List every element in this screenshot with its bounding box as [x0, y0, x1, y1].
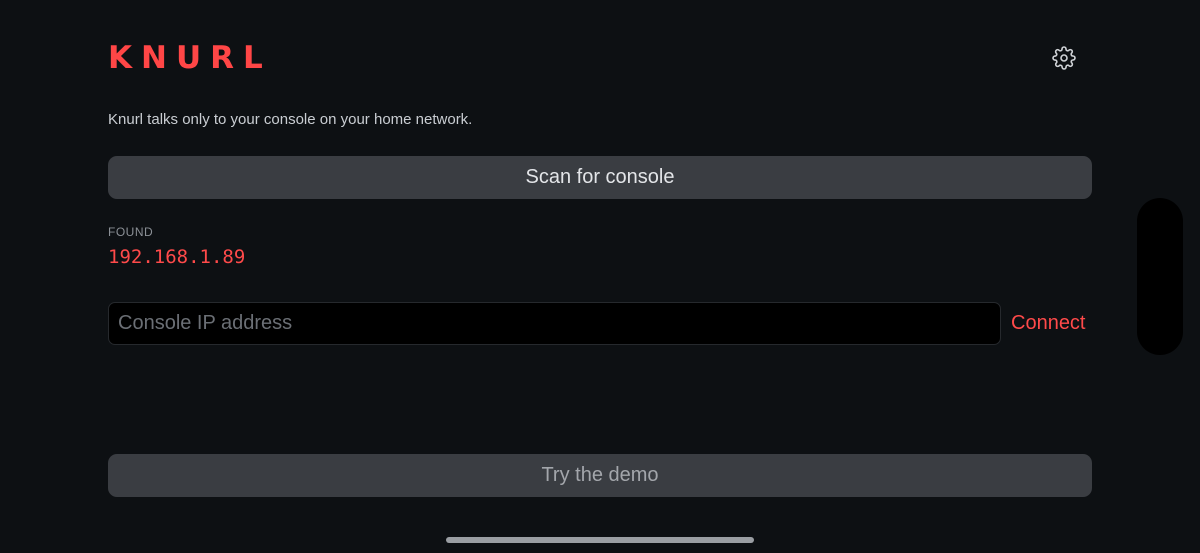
found-console-ip[interactable]: 192.168.1.89: [108, 246, 245, 268]
app-logo: KNURL: [108, 40, 272, 76]
home-indicator[interactable]: [446, 537, 754, 543]
try-demo-button[interactable]: Try the demo: [108, 454, 1092, 497]
settings-button[interactable]: [1049, 43, 1079, 73]
tagline: Knurl talks only to your console on your…: [108, 111, 473, 128]
gear-icon: [1052, 46, 1076, 70]
console-ip-input[interactable]: [108, 302, 1001, 345]
connect-button[interactable]: Connect: [1011, 312, 1086, 335]
found-label: FOUND: [108, 225, 154, 239]
connect-screen: KNURL Knurl talks only to your console o…: [0, 0, 1200, 553]
scan-for-console-button[interactable]: Scan for console: [108, 156, 1092, 199]
camera-cutout: [1137, 198, 1183, 355]
